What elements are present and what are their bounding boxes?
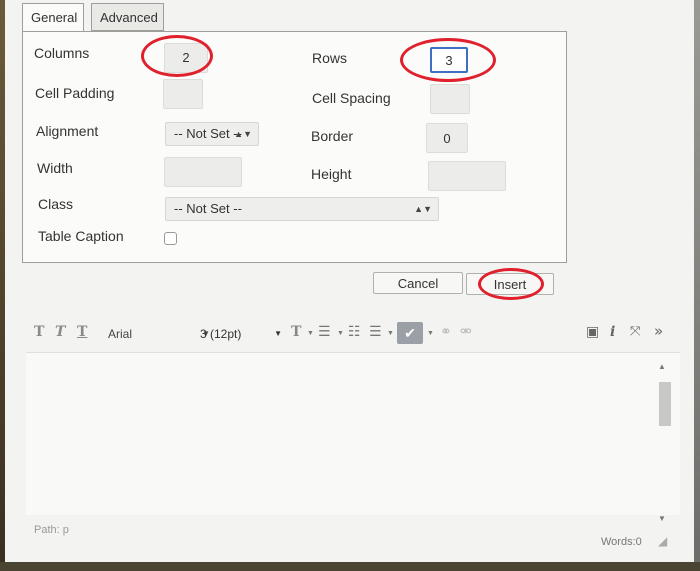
height-label: Height (311, 166, 352, 182)
tab-advanced[interactable]: Advanced (91, 3, 164, 31)
indent-icon[interactable]: ☰ (369, 324, 382, 340)
screen-bezel-right (694, 0, 700, 571)
cell-padding-label: Cell Padding (35, 85, 115, 101)
border-label: Border (311, 128, 354, 144)
preview-icon[interactable]: ▣ (586, 324, 599, 340)
class-select[interactable]: -- Not Set -- ▲▼ (165, 197, 439, 221)
cancel-button[interactable]: Cancel (373, 272, 463, 294)
screen-bezel-bottom (0, 562, 700, 571)
bullet-list-icon[interactable]: ☰ (318, 324, 331, 340)
bold-icon[interactable]: T (34, 324, 44, 340)
height-input[interactable] (428, 161, 506, 191)
width-label: Width (37, 160, 73, 176)
editor-scrollbar[interactable]: ▲ ▼ (656, 362, 671, 527)
alignment-label: Alignment (36, 123, 99, 139)
rows-label: Rows (312, 50, 348, 66)
alignment-select-value: -- Not Set -- (174, 126, 242, 141)
unlink-icon[interactable]: ⚮ (460, 324, 472, 340)
rows-annotation-circle (400, 38, 496, 82)
border-input[interactable]: 0 (426, 123, 468, 153)
width-input[interactable] (164, 157, 242, 187)
table-caption-checkbox[interactable] (164, 232, 177, 245)
dropdown-arrow-icon[interactable]: ▼ (427, 330, 434, 337)
screen: General Advanced Columns 2 Rows 3 Cell P… (0, 0, 700, 571)
cell-spacing-label: Cell Spacing (312, 90, 391, 106)
font-size-select[interactable]: 3 (12pt) ▼ (194, 323, 284, 345)
editor-status-bar: Path: p Words:0 ◢ (26, 520, 676, 548)
screen-bezel-left (0, 0, 5, 571)
columns-label: Columns (34, 45, 90, 61)
columns-annotation-circle (141, 35, 213, 77)
spellcheck-icon[interactable]: ✔ (397, 322, 423, 344)
cell-spacing-input[interactable] (430, 84, 470, 114)
scrollbar-thumb[interactable] (659, 382, 671, 426)
cell-padding-input[interactable] (163, 79, 203, 109)
dropdown-arrow-icon[interactable]: ▼ (337, 330, 344, 337)
dropdown-arrow-icon: ▼ (274, 329, 282, 338)
fullscreen-icon[interactable]: ⤧ (630, 324, 640, 339)
updown-arrows-icon: ▲▼ (234, 129, 252, 139)
insert-annotation-circle (478, 268, 544, 300)
font-family-value: Arial (108, 327, 133, 341)
underline-icon[interactable]: T (77, 324, 87, 340)
element-path: Path: p (34, 524, 69, 536)
scroll-up-arrow-icon[interactable]: ▲ (658, 362, 666, 371)
updown-arrows-icon: ▲▼ (414, 204, 432, 214)
editor-content-area[interactable] (26, 352, 680, 515)
text-color-icon[interactable]: T (291, 324, 301, 340)
class-label: Class (38, 196, 74, 212)
word-count: Words:0 (601, 536, 642, 548)
dropdown-arrow-icon[interactable]: ▼ (307, 330, 314, 337)
dropdown-arrow-icon[interactable]: ▼ (387, 330, 394, 337)
resize-handle-icon[interactable]: ◢ (658, 534, 667, 548)
alignment-select[interactable]: -- Not Set -- ▲▼ (165, 122, 259, 146)
class-select-value: -- Not Set -- (174, 201, 242, 216)
tab-general[interactable]: General (22, 3, 84, 31)
table-caption-label: Table Caption (38, 228, 124, 244)
font-size-value: 3 (12pt) (200, 327, 242, 341)
editor-toolbar: T T T Arial ▼ 3 (12pt) ▼ T ▼ ☰ ▼ ☷ ☰ ▼ ✔… (26, 318, 676, 352)
expand-toolbar-icon[interactable]: » (654, 322, 663, 340)
numbered-list-icon[interactable]: ☷ (348, 324, 361, 340)
info-icon[interactable]: i (610, 324, 615, 340)
italic-icon[interactable]: T (55, 324, 65, 340)
link-icon[interactable]: ⚭ (440, 324, 452, 340)
